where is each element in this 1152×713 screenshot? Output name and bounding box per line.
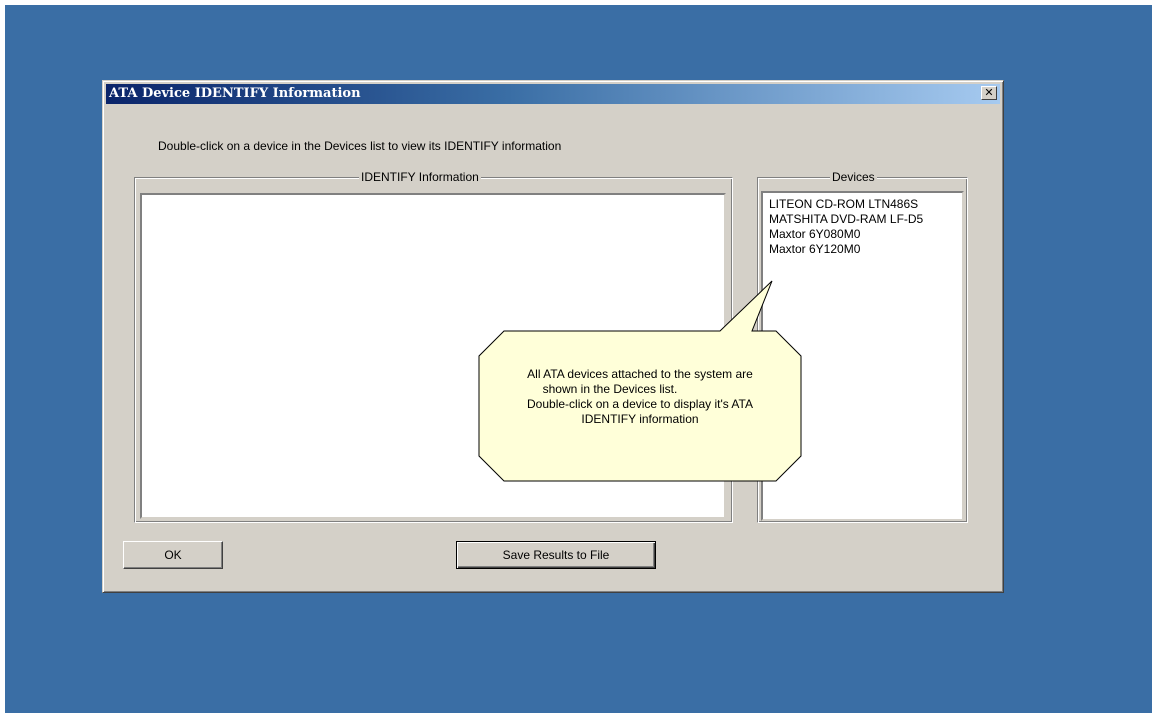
help-balloon-tooltip: All ATA devices attached to the system a…	[474, 276, 806, 488]
ata-identify-dialog: ATA Device IDENTIFY Information ✕ Double…	[102, 80, 1004, 593]
device-item[interactable]: Maxtor 6Y120M0	[763, 242, 962, 257]
device-item[interactable]: LITEON CD-ROM LTN486S	[763, 197, 962, 212]
balloon-line: All ATA devices attached to the system a…	[527, 367, 753, 381]
balloon-line: shown in the Devices list.	[542, 382, 678, 396]
save-results-button[interactable]: Save Results to File	[456, 541, 656, 569]
ok-button[interactable]: OK	[123, 541, 223, 569]
balloon-text: All ATA devices attached to the system a…	[484, 367, 796, 427]
instruction-text: Double-click on a device in the Devices …	[158, 139, 562, 153]
window-title: ATA Device IDENTIFY Information	[109, 86, 361, 101]
desktop: ATA Device IDENTIFY Information ✕ Double…	[5, 5, 1152, 713]
close-button[interactable]: ✕	[981, 86, 997, 100]
identify-group-label: IDENTIFY Information	[359, 170, 481, 184]
close-icon: ✕	[984, 86, 994, 99]
balloon-line: IDENTIFY information	[581, 412, 699, 426]
title-bar[interactable]: ATA Device IDENTIFY Information ✕	[106, 84, 1000, 104]
balloon-line: Double-click on a device to display it's…	[527, 397, 753, 411]
device-item[interactable]: Maxtor 6Y080M0	[763, 227, 962, 242]
device-item[interactable]: MATSHITA DVD-RAM LF-D5	[763, 212, 962, 227]
devices-group-label: Devices	[830, 170, 877, 184]
